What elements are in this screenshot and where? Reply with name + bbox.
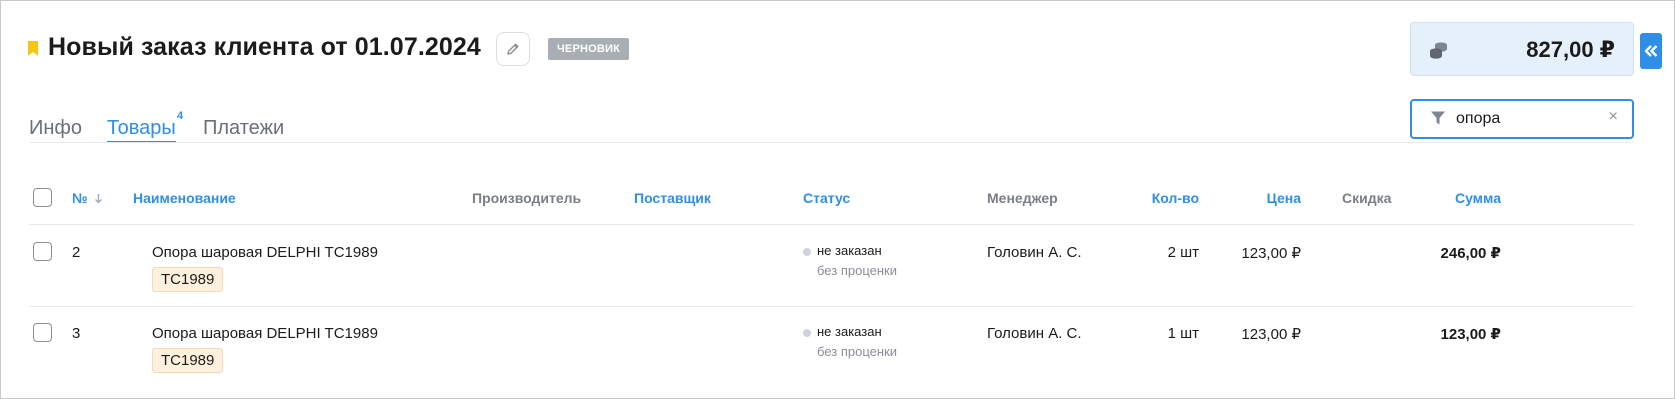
row-checkbox[interactable] [33,323,52,342]
clear-search-icon[interactable]: × [1609,108,1618,126]
tab-goods[interactable]: Товары [107,117,176,140]
row-number: 2 [72,244,81,261]
column-number-label: № [72,190,88,206]
column-discount: Скидка [1342,190,1392,206]
tab-payments[interactable]: Платежи [203,117,284,140]
double-chevron-left-icon [1644,45,1658,57]
status-text: не заказан [817,324,882,339]
edit-title-button[interactable] [496,32,530,66]
table-header-divider [29,224,1634,225]
column-name[interactable]: Наименование [133,190,236,206]
status-badge: ЧЕРНОВИК [548,38,630,60]
select-all-checkbox[interactable] [33,188,52,207]
status-dot [803,329,811,337]
column-status[interactable]: Статус [803,190,850,206]
manager-name: Головин А. С. [987,325,1082,342]
tabs-divider [29,142,1634,143]
column-sum[interactable]: Сумма [1400,190,1501,206]
quantity[interactable]: 2 шт [1120,244,1199,261]
price: 123,00 ₽ [1241,245,1301,262]
column-supplier[interactable]: Поставщик [634,190,711,206]
row-number: 3 [72,325,81,342]
column-manager: Менеджер [987,190,1058,206]
article-tag[interactable]: TC1989 [152,267,224,292]
status-note: без проценки [817,263,897,278]
row-divider [29,306,1634,307]
column-number[interactable]: № [72,190,103,206]
manager-name: Головин А. С. [987,244,1082,261]
column-quantity[interactable]: Кол-во [1120,190,1199,206]
column-manufacturer: Производитель [472,190,582,206]
sort-down-icon [94,194,102,204]
price: 123,00 ₽ [1241,326,1301,343]
coins-icon [1430,42,1447,59]
row-checkbox[interactable] [33,242,52,261]
quantity[interactable]: 1 шт [1120,325,1199,342]
product-name[interactable]: Опора шаровая DELPHI TC1989 [152,244,378,261]
row-sum: 246,00 ₽ [1440,245,1501,262]
tab-info[interactable]: Инфо [29,117,82,140]
pencil-icon [507,43,519,55]
tab-goods-count: 4 [177,110,184,122]
filter-search-box[interactable]: × [1410,99,1634,139]
status-note: без проценки [817,344,897,359]
column-price[interactable]: Цена [1240,190,1301,206]
page-title: Новый заказ клиента от 01.07.2024 [48,33,481,61]
collapse-panel-button[interactable] [1640,33,1662,69]
order-total: 827,00 ₽ [1410,22,1634,76]
status-text: не заказан [817,243,882,258]
filter-icon [1431,111,1445,125]
product-name[interactable]: Опора шаровая DELPHI TC1989 [152,325,378,342]
bookmark-icon [28,41,38,56]
status-dot [803,248,811,256]
search-input[interactable] [1456,109,1596,129]
total-amount: 827,00 ₽ [1526,37,1615,62]
article-tag[interactable]: TC1989 [152,348,224,373]
row-sum: 123,00 ₽ [1440,326,1501,343]
